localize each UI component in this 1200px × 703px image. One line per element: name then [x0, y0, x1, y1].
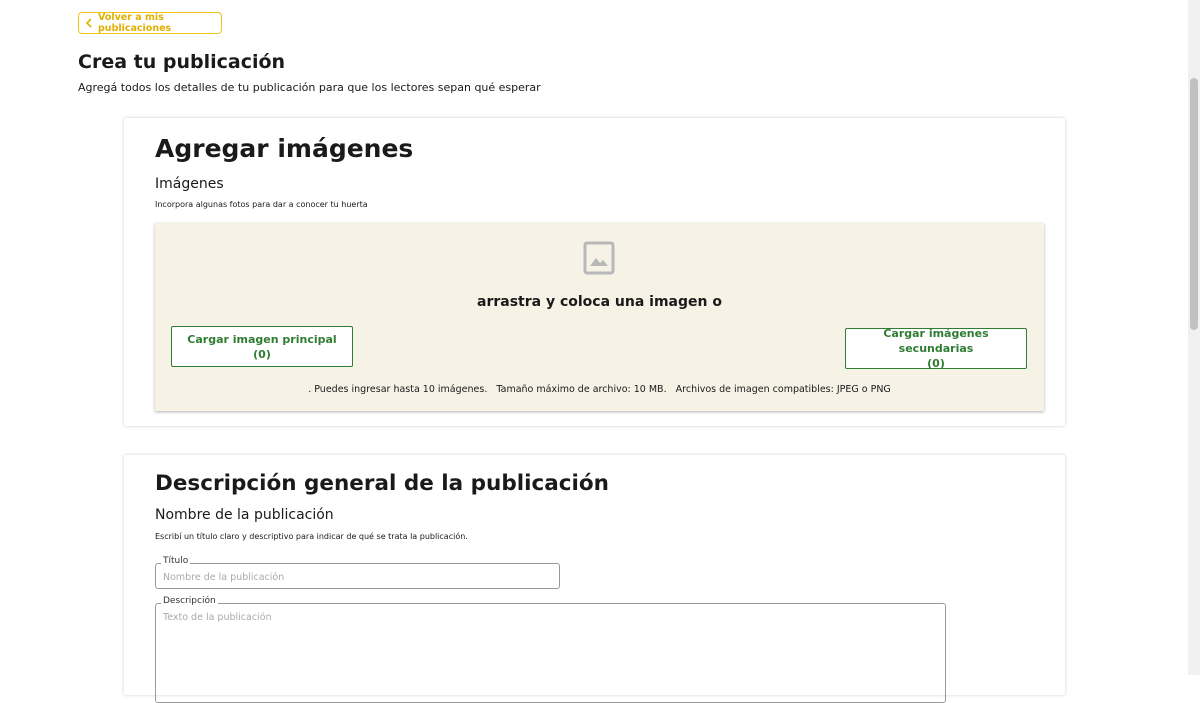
chevron-left-icon	[85, 18, 93, 28]
scrollbar-thumb[interactable]	[1190, 78, 1198, 330]
image-placeholder-icon	[583, 241, 615, 275]
title-input[interactable]	[163, 572, 543, 583]
image-dropzone[interactable]: arrastra y coloca una imagen o Cargar im…	[155, 223, 1044, 411]
page-subtitle: Agregá todos los detalles de tu publicac…	[78, 81, 541, 94]
back-to-publications-button[interactable]: Volver a mis publicaciones	[78, 12, 222, 34]
images-label: Imágenes	[155, 176, 224, 192]
page-title: Crea tu publicación	[78, 51, 286, 73]
description-textarea[interactable]	[163, 612, 923, 682]
title-field: Título	[155, 556, 560, 589]
images-section-title: Agregar imágenes	[155, 134, 414, 163]
upload-secondary-label: Cargar imágenes secundarias	[883, 327, 989, 355]
title-field-legend: Título	[161, 556, 191, 566]
upload-limits-info: . Puedes ingresar hasta 10 imágenes. Tam…	[308, 384, 891, 395]
overview-section-title: Descripción general de la publicación	[155, 471, 609, 496]
publication-name-help: Escribí un título claro y descriptivo pa…	[155, 532, 468, 541]
dropzone-text: arrastra y coloca una imagen o	[477, 294, 722, 310]
publication-name-label: Nombre de la publicación	[155, 507, 334, 523]
overview-card: Descripción general de la publicación No…	[124, 455, 1065, 703]
upload-main-count: (0)	[253, 347, 271, 361]
upload-main-label: Cargar imagen principal	[187, 332, 337, 346]
page-scrollbar[interactable]	[1188, 0, 1200, 675]
back-button-label: Volver a mis publicaciones	[98, 12, 172, 34]
images-card: Agregar imágenes Imágenes Incorpora algu…	[124, 118, 1065, 426]
upload-secondary-images-button[interactable]: Cargar imágenes secundarias (0)	[845, 327, 1027, 370]
description-field: Descripción	[155, 596, 946, 703]
upload-main-image-button[interactable]: Cargar imagen principal (0)	[171, 326, 353, 367]
images-help-text: Incorpora algunas fotos para dar a conoc…	[155, 200, 368, 209]
description-field-legend: Descripción	[161, 596, 218, 606]
upload-secondary-count: (0)	[927, 357, 945, 370]
